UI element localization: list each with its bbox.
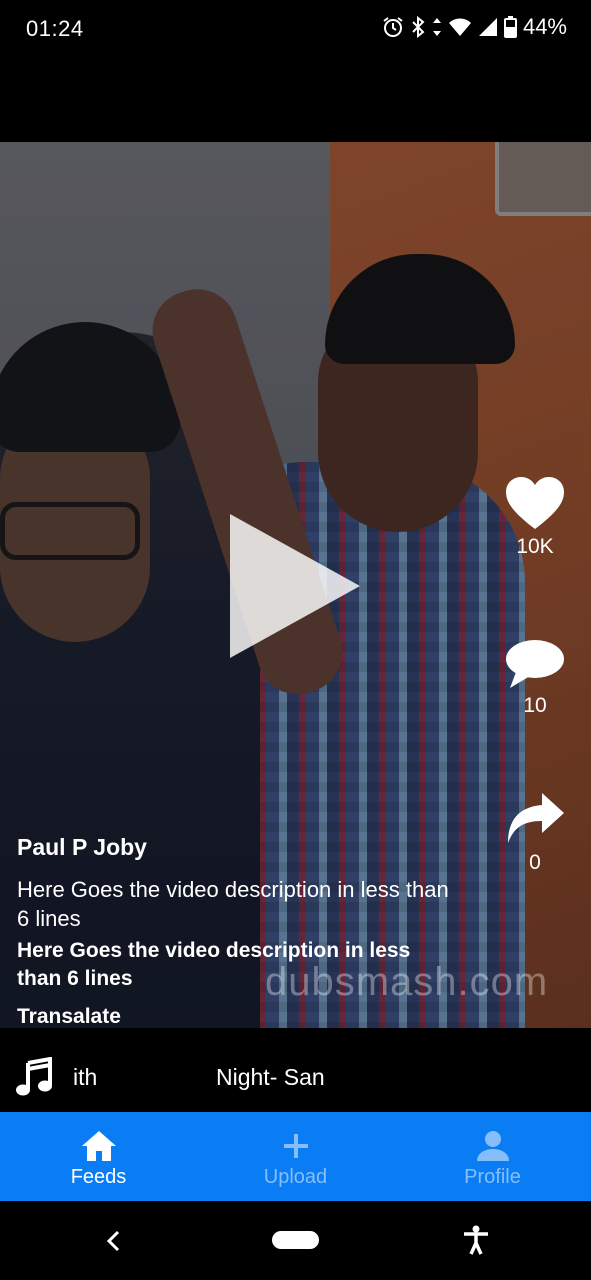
data-arrows-icon [432,16,442,38]
nav-label-profile: Profile [464,1166,521,1188]
wifi-icon [448,16,472,38]
comment-count: 10 [523,694,547,717]
bottom-nav: Feeds Upload Profile [0,1112,591,1201]
video-description: Here Goes the video description in less … [17,877,449,931]
status-icons: 44% [382,14,567,40]
heart-icon [500,475,570,531]
battery-percent: 44% [522,14,567,39]
music-note-icon [16,1056,52,1102]
like-button[interactable]: 10K [500,475,570,559]
play-icon[interactable] [230,514,360,658]
nav-label-feeds: Feeds [70,1166,127,1188]
nav-label-upload: Upload [263,1166,328,1188]
author-name[interactable]: Paul P Joby [17,834,457,861]
cell-signal-icon [478,16,498,38]
status-time: 01:24 [26,16,84,41]
plus-icon [197,1130,394,1162]
video-description-bold: Here Goes the video description in less … [17,939,411,990]
bluetooth-icon [410,16,426,38]
person-icon [394,1130,591,1162]
back-icon[interactable] [104,1229,124,1258]
battery-icon [503,16,517,38]
nav-item-feeds[interactable]: Feeds [0,1112,197,1201]
share-count: 0 [529,851,541,874]
video-caption: Paul P Joby Here Goes the video descript… [17,834,457,1029]
music-artist[interactable]: ith [73,1064,97,1091]
home-pill[interactable] [272,1231,319,1249]
home-icon [0,1130,197,1162]
status-bar: 01:24 44% [0,0,591,58]
comment-icon [500,638,570,690]
like-count: 10K [516,535,554,558]
comment-button[interactable]: 10 [500,638,570,718]
alarm-icon [382,16,404,38]
share-icon [500,791,570,847]
nav-item-profile[interactable]: Profile [394,1112,591,1201]
share-button[interactable]: 0 [500,791,570,875]
accessibility-icon[interactable] [462,1225,490,1260]
nav-item-upload[interactable]: Upload [197,1112,394,1201]
music-track[interactable]: Night- San [216,1064,328,1091]
translate-link[interactable]: Transalate [17,1005,457,1029]
